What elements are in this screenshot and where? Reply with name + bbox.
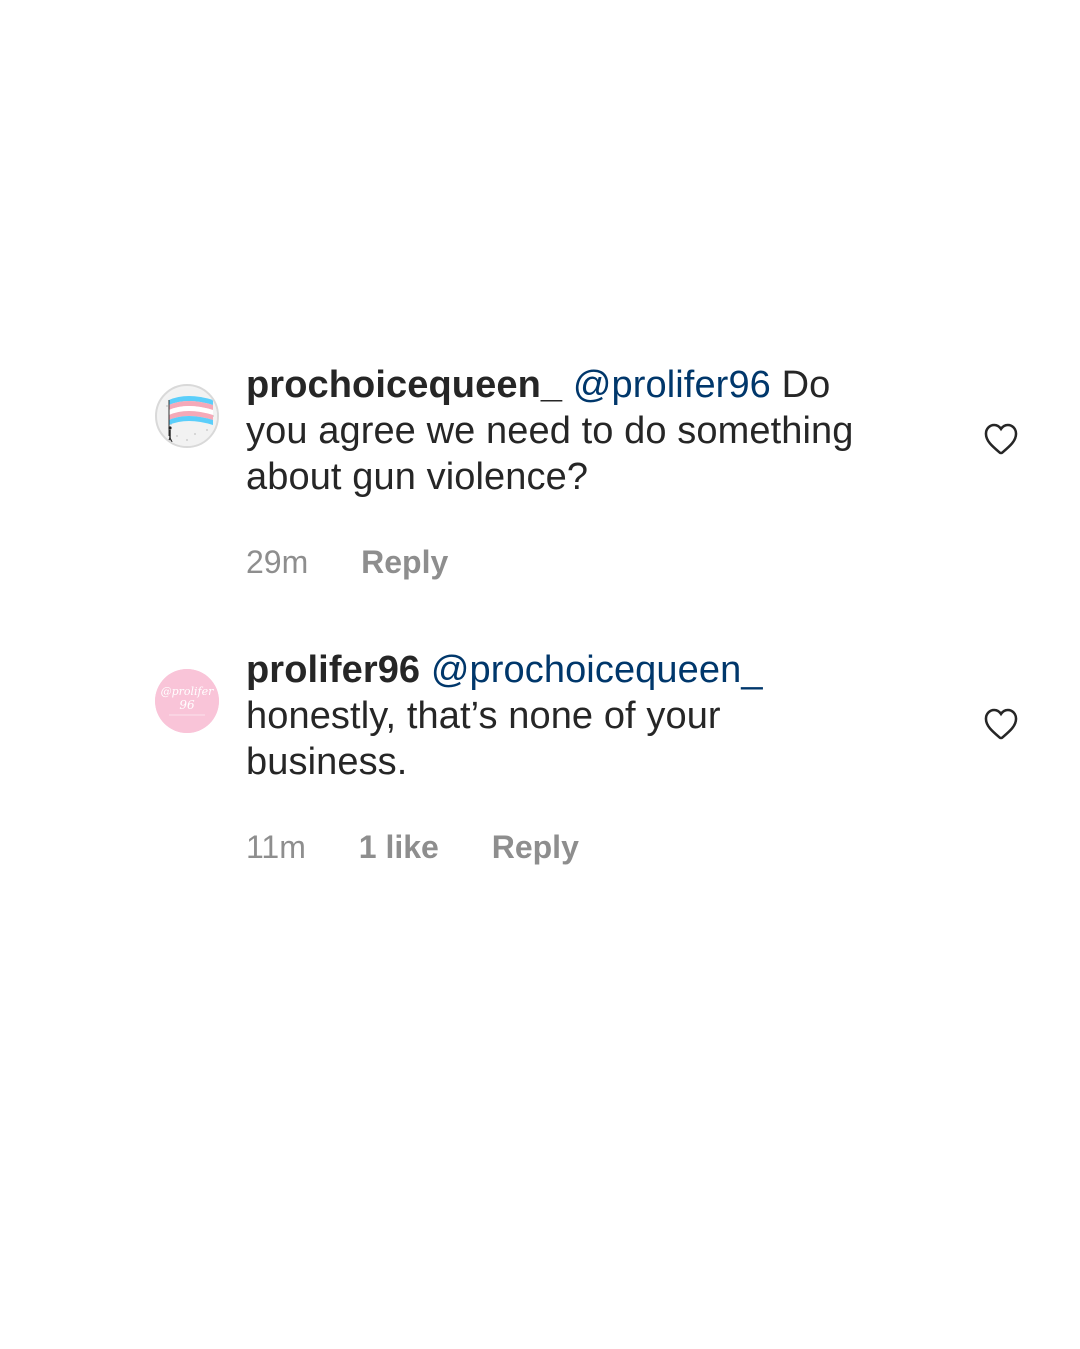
avatar[interactable]	[155, 384, 219, 448]
svg-text:96: 96	[179, 698, 195, 712]
comment-body-start: Do	[781, 364, 831, 406]
comment-body-line: you agree we need to do something	[246, 410, 854, 452]
reply-button[interactable]: Reply	[361, 544, 448, 581]
comment-meta: 11m 1 like Reply	[246, 829, 623, 866]
trans-flag-avatar-icon	[159, 388, 217, 446]
heart-outline-icon[interactable]	[982, 420, 1020, 456]
comment-body-line: business.	[246, 741, 408, 783]
comment-timestamp: 11m	[246, 829, 306, 865]
comment-meta: 29m Reply	[246, 544, 492, 581]
comment-username[interactable]: prochoicequeen_	[246, 364, 562, 406]
avatar[interactable]: @prolifer 96	[155, 669, 219, 733]
comment-mention[interactable]: @prolifer96	[573, 364, 771, 406]
avatar-logo-text: @prolifer	[161, 685, 215, 698]
pink-logo-avatar-icon: @prolifer 96	[155, 669, 219, 733]
heart-outline-icon[interactable]	[982, 705, 1020, 741]
comment-text: prolifer96 @prochoicequeen_ honestly, th…	[246, 647, 946, 785]
likes-count-button[interactable]: 1 like	[359, 829, 439, 866]
comment-text: prochoicequeen_ @prolifer96 Do you agree…	[246, 362, 946, 500]
comment-timestamp: 29m	[246, 544, 309, 580]
reply-button[interactable]: Reply	[492, 829, 579, 866]
comment-mention[interactable]: @prochoicequeen_	[431, 649, 763, 691]
comment-username[interactable]: prolifer96	[246, 649, 420, 691]
comment-body-line: honestly, that’s none of your	[246, 695, 721, 737]
comment-body-line: about gun violence?	[246, 456, 589, 498]
